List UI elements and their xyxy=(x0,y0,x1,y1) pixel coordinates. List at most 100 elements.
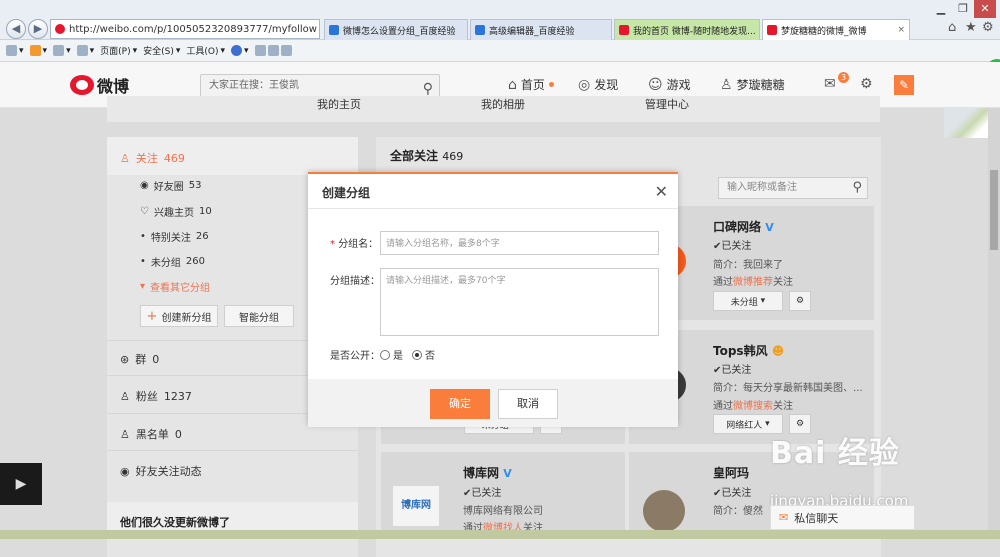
card-via: 通过微博推荐关注 xyxy=(713,273,793,288)
heart-icon: ♡ xyxy=(140,206,149,217)
via-link[interactable]: 微博搜索 xyxy=(733,401,773,412)
group-interest[interactable]: ♡ 兴趣主页 10 xyxy=(140,204,212,219)
group-select-label: 网络红人 xyxy=(726,420,763,431)
group-ungrouped[interactable]: • 未分组 260 xyxy=(140,254,205,269)
blacklist-label: 黑名单 xyxy=(135,428,169,441)
weibo-favicon-icon xyxy=(767,25,777,35)
address-bar[interactable]: http://weibo.com/p/1005052320893777/myfo… xyxy=(50,19,320,39)
confirm-button[interactable]: 确定 xyxy=(430,389,490,419)
back-button[interactable]: ◀ xyxy=(6,19,26,39)
card-settings-button[interactable]: ⚙ xyxy=(789,291,811,311)
card-name[interactable]: 博库网 V xyxy=(463,464,512,481)
search-icon[interactable]: ⚲ xyxy=(852,178,862,198)
compose-button[interactable]: ✎ xyxy=(894,75,914,95)
extension-icons[interactable] xyxy=(254,45,292,56)
lock-user-icon: ♙ xyxy=(120,427,130,441)
video-play-icon[interactable]: ▶ xyxy=(0,463,42,505)
weibo-favicon-icon xyxy=(619,25,629,35)
nav-discover[interactable]: ◎ 发现 xyxy=(578,76,618,93)
forward-button[interactable]: ▶ xyxy=(28,19,48,39)
close-window-icon[interactable]: ✕ xyxy=(974,0,996,18)
nickname-filter-input[interactable]: 输入昵称或备注 ⚲ xyxy=(718,177,868,199)
mail-cmd-icon[interactable]: ▾ xyxy=(53,45,71,56)
private-chat-button[interactable]: ✉ 私信聊天 xyxy=(770,505,915,530)
followed-status: ✔已关注 xyxy=(713,365,752,376)
follow-count: 469 xyxy=(163,151,185,165)
favorites-star-icon[interactable]: ★ xyxy=(965,20,977,35)
via-prefix: 通过 xyxy=(713,401,733,412)
subnav-manage[interactable]: 管理中心 xyxy=(645,96,689,112)
gear-icon: ⚙ xyxy=(860,76,873,92)
tab-1-label: 微博怎么设置分组_百度经验 xyxy=(343,26,456,37)
status-text: 已关注 xyxy=(721,241,752,252)
tab-4-label: 梦旋糖糖的微博_微博 xyxy=(781,26,867,37)
settings-button[interactable]: ⚙ xyxy=(860,76,873,92)
profile-subnav: 我的主页 我的相册 管理中心 xyxy=(107,96,880,122)
tab-4-active[interactable]: 梦旋糖糖的微博_微博 × xyxy=(762,19,910,40)
avatar[interactable] xyxy=(643,490,685,532)
feeds-icon[interactable]: ▾ xyxy=(29,45,47,56)
sidebar-qun[interactable]: ⊛ 群 0 xyxy=(120,351,159,367)
home-cmd-icon[interactable]: ▾ xyxy=(6,45,24,56)
nav-game[interactable]: ☺ 游戏 xyxy=(648,76,691,93)
user-icon: ♙ xyxy=(720,76,733,93)
help-icon[interactable]: ▾ xyxy=(231,45,249,56)
restore-icon[interactable]: ❐ xyxy=(952,0,974,18)
subnav-my-home[interactable]: 我的主页 xyxy=(317,96,361,112)
minimize-icon[interactable]: ▁ xyxy=(930,0,952,18)
group-desc-textarea[interactable]: 请输入分组描述，最多70个字 xyxy=(380,268,659,336)
home-icon[interactable]: ⌂ xyxy=(948,20,956,35)
bullet-icon: • xyxy=(140,256,146,267)
all-follow-label: 全部关注 xyxy=(390,149,439,163)
inactive-title: 他们很久没更新微博了 xyxy=(120,516,230,529)
group-label: 未分组 xyxy=(150,258,181,269)
tab-close-icon[interactable]: × xyxy=(897,25,905,35)
nav-home[interactable]: ⌂ 首页 xyxy=(508,76,554,93)
bookuu-logo[interactable]: 博库网 xyxy=(393,486,439,526)
via-link[interactable]: 微博推荐 xyxy=(733,277,773,288)
tools-menu[interactable]: 工具(O) ▾ xyxy=(186,44,225,58)
weibo-logo-text: 微博 xyxy=(97,77,130,96)
public-no-radio[interactable] xyxy=(412,349,422,360)
weibo-logo[interactable]: 微博 xyxy=(70,73,129,97)
group-special[interactable]: • 特别关注 26 xyxy=(140,229,209,244)
more-groups-link[interactable]: ▾ 查看其它分组 xyxy=(140,279,210,294)
tab-2[interactable]: 高级编辑器_百度经验 xyxy=(470,19,612,40)
create-group-label: 创建新分组 xyxy=(161,312,212,324)
group-friends[interactable]: ◉ 好友圈 53 xyxy=(140,178,201,193)
page-menu[interactable]: 页面(P) ▾ xyxy=(100,44,137,58)
mail-icon: ✉ xyxy=(824,76,836,92)
sidebar-follow[interactable]: ♙ 关注 469 xyxy=(120,150,185,166)
friend-activity-label: 好友关注动态 xyxy=(135,465,202,478)
tab-1[interactable]: 微博怎么设置分组_百度经验 xyxy=(324,19,468,40)
print-icon[interactable]: ▾ xyxy=(76,45,94,56)
card-name[interactable]: 皇阿玛 xyxy=(713,464,749,481)
public-yes-radio[interactable] xyxy=(380,349,390,360)
public-options: 是 否 xyxy=(380,347,435,362)
smart-group-button[interactable]: 智能分组 xyxy=(224,305,294,327)
nav-home-label: 首页 xyxy=(520,78,545,92)
close-icon[interactable]: ✕ xyxy=(655,182,668,201)
sidebar-fans[interactable]: ♙ 粉丝 1237 xyxy=(120,388,192,404)
page-menu-label: 页面(P) xyxy=(100,47,131,57)
scrollbar-thumb[interactable] xyxy=(990,170,998,250)
group-name-label-text: 分组名： xyxy=(338,239,379,250)
card-intro: 简介：我回来了 xyxy=(713,260,783,271)
tab-3[interactable]: 我的首页 微博-随时随地发现... xyxy=(614,19,760,40)
create-group-button[interactable]: + 创建新分组 xyxy=(140,305,218,327)
card-name[interactable]: Tops韩风 ☻ xyxy=(713,342,784,359)
settings-gear-icon[interactable]: ⚙ xyxy=(982,20,994,35)
group-name-input[interactable]: 请输入分组名称，最多8个字 xyxy=(380,231,659,255)
card-name[interactable]: 口碑网络 V xyxy=(713,218,774,235)
verified-icon: V xyxy=(765,221,774,234)
subnav-my-album[interactable]: 我的相册 xyxy=(481,96,525,112)
cancel-button[interactable]: 取消 xyxy=(498,389,558,419)
safety-menu[interactable]: 安全(S) ▾ xyxy=(143,44,180,58)
nav-user[interactable]: ♙ 梦璇糖糖 xyxy=(720,76,785,93)
card-intro: 博库网络有限公司 xyxy=(463,506,543,517)
sidebar-friend-activity[interactable]: ◉ 好友关注动态 xyxy=(120,463,202,479)
search-input[interactable]: 大家正在搜：王俊凯 ⚲ xyxy=(200,74,440,98)
group-select[interactable]: 未分组 ▾ xyxy=(713,291,783,311)
mail-button[interactable]: ✉ xyxy=(824,76,836,92)
sidebar-blacklist[interactable]: ♙ 黑名单 0 xyxy=(120,426,182,442)
